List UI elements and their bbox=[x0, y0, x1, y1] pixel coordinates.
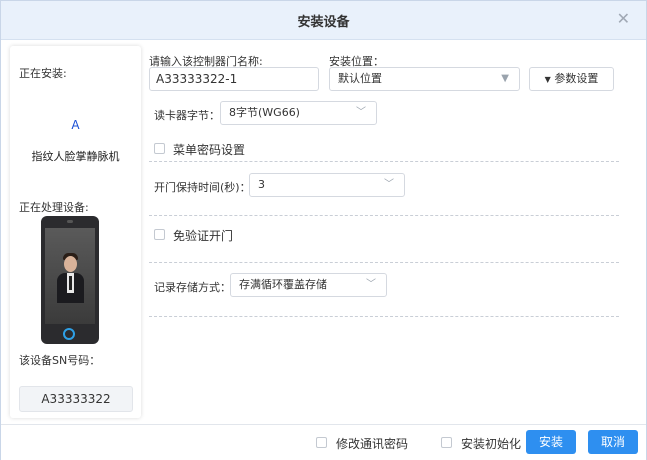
location-select[interactable]: 默认位置 ▼ bbox=[329, 67, 520, 91]
modify-comm-password-label: 修改通讯密码 bbox=[336, 437, 409, 451]
install-init-checkbox[interactable] bbox=[441, 437, 452, 448]
chevron-down-icon: ﹀ bbox=[384, 179, 394, 190]
modify-comm-password-checkbox[interactable] bbox=[316, 437, 327, 448]
chevron-down-icon: ﹀ bbox=[356, 107, 366, 118]
divider bbox=[149, 316, 619, 317]
param-settings-button[interactable]: ▼ 参数设置 bbox=[529, 67, 614, 91]
install-button[interactable]: 安装 bbox=[526, 430, 576, 454]
sn-value: A33333322 bbox=[19, 386, 133, 412]
divider bbox=[149, 215, 619, 216]
record-storage-value: 存满循环覆盖存储 bbox=[239, 278, 327, 291]
location-value: 默认位置 bbox=[338, 72, 382, 85]
menu-password-label: 菜单密码设置 bbox=[173, 143, 246, 157]
door-name-input[interactable]: A33333322-1 bbox=[149, 67, 319, 91]
device-name: 指纹人脸掌静脉机 bbox=[31, 150, 120, 163]
installing-label: 正在安装: bbox=[19, 67, 67, 80]
no-verify-checkbox[interactable] bbox=[154, 229, 165, 240]
divider bbox=[149, 161, 619, 162]
chevron-down-icon: ▼ bbox=[501, 73, 509, 84]
divider bbox=[149, 262, 619, 263]
record-storage-label: 记录存储方式： bbox=[154, 281, 231, 294]
device-letter: A bbox=[71, 118, 80, 132]
record-storage-select[interactable]: 存满循环覆盖存储 ﹀ bbox=[230, 273, 387, 297]
dialog-titlebar: 安装设备 ✕ bbox=[1, 1, 646, 40]
reader-bytes-label: 读卡器字节： bbox=[154, 109, 220, 122]
sn-label: 该设备SN号码： bbox=[19, 354, 101, 367]
door-hold-label: 开门保持时间(秒)： bbox=[154, 181, 251, 194]
dialog-title: 安装设备 bbox=[297, 15, 350, 30]
processing-label: 正在处理设备: bbox=[19, 201, 89, 214]
dialog-footer: 修改通讯密码 安装初始化 安装 取消 bbox=[1, 424, 646, 460]
door-hold-value: 3 bbox=[258, 178, 265, 191]
no-verify-label: 免验证开门 bbox=[173, 229, 234, 243]
close-icon[interactable]: ✕ bbox=[617, 9, 630, 28]
chevron-down-icon: ﹀ bbox=[366, 279, 376, 290]
install-init-label: 安装初始化 bbox=[461, 437, 522, 451]
device-image bbox=[41, 216, 99, 344]
param-settings-label: 参数设置 bbox=[554, 72, 599, 85]
install-device-dialog: 安装设备 ✕ 正在安装: A 指纹人脸掌静脉机 正在处理设备: 该设备SN号码：… bbox=[0, 0, 647, 460]
reader-bytes-value: 8字节(WG66) bbox=[229, 106, 300, 119]
cancel-button[interactable]: 取消 bbox=[588, 430, 638, 454]
device-info-panel: 正在安装: A 指纹人脸掌静脉机 正在处理设备: 该设备SN号码： A33333… bbox=[10, 46, 141, 418]
door-hold-select[interactable]: 3 ﹀ bbox=[249, 173, 405, 197]
caret-down-icon: ▼ bbox=[544, 75, 551, 84]
menu-password-checkbox[interactable] bbox=[154, 143, 165, 154]
reader-bytes-select[interactable]: 8字节(WG66) ﹀ bbox=[220, 101, 377, 125]
